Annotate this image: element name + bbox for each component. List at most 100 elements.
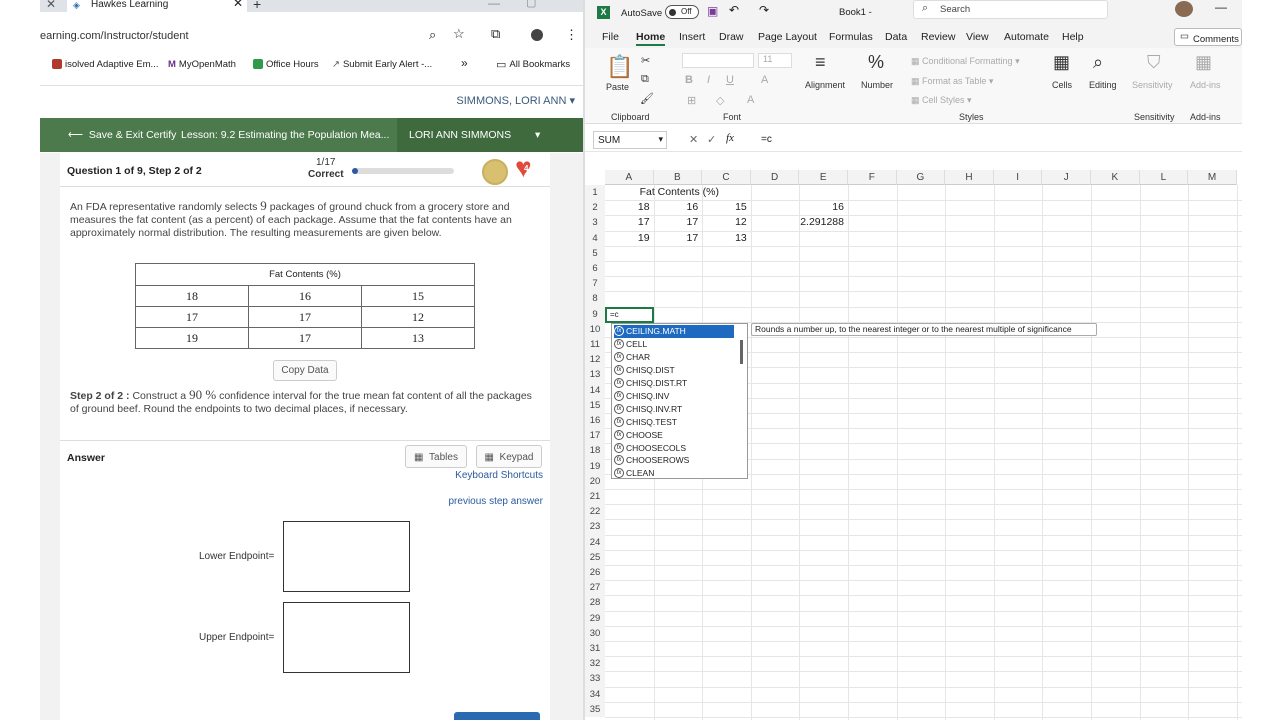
font-name-select[interactable] <box>682 53 754 68</box>
autocomplete-item[interactable]: fx CHISQ.DIST.RT <box>614 377 734 390</box>
cells-icon[interactable]: ▦ <box>1053 52 1070 73</box>
row-header[interactable]: 26 <box>585 565 605 581</box>
save-icon[interactable]: ▣ <box>707 4 718 18</box>
autocomplete-item[interactable]: fx CHISQ.INV <box>614 390 734 403</box>
enter-icon[interactable]: ✓ <box>707 133 716 146</box>
cell-styles-button[interactable]: ▦ Cell Styles ▾ <box>911 95 972 106</box>
redo-icon[interactable]: ↷ <box>759 3 769 17</box>
undo-icon[interactable]: ↶ <box>729 3 739 17</box>
row-header[interactable]: 23 <box>585 519 605 535</box>
row-header[interactable]: 33 <box>585 671 605 687</box>
tab-data[interactable]: Data <box>885 31 907 43</box>
sensitivity-icon[interactable]: ⛉ <box>1147 52 1161 73</box>
autocomplete-item[interactable]: fx CHISQ.TEST <box>614 415 734 428</box>
upper-endpoint-input[interactable] <box>283 602 410 673</box>
keypad-button[interactable]: ▦ Keypad <box>476 445 542 468</box>
previous-step-link[interactable]: previous step answer <box>449 496 544 507</box>
zoom-icon[interactable]: ⌕ <box>429 27 436 43</box>
row-header[interactable]: 21 <box>585 489 605 505</box>
row-header[interactable]: 11 <box>585 337 605 353</box>
cell[interactable]: 17 <box>605 215 650 230</box>
row-header[interactable]: 32 <box>585 656 605 672</box>
url-text[interactable]: earning.com/Instructor/student <box>40 30 189 42</box>
keyboard-shortcuts-link[interactable]: Keyboard Shortcuts <box>455 470 543 481</box>
bookmark-item[interactable]: ↗ Submit Early Alert -... <box>332 54 432 74</box>
more-bookmarks-icon[interactable]: » <box>461 56 468 70</box>
addins-icon[interactable]: ▦ <box>1195 52 1212 73</box>
column-header[interactable]: F <box>848 170 897 185</box>
row-header[interactable]: 25 <box>585 549 605 565</box>
font-grow-icon[interactable]: A <box>761 74 768 86</box>
alignment-label[interactable]: Alignment <box>805 80 845 90</box>
name-box[interactable]: SUM ▾ <box>593 131 667 149</box>
cell[interactable]: 18 <box>605 200 650 215</box>
row-header[interactable]: 29 <box>585 610 605 626</box>
minimize-icon[interactable]: — <box>1215 0 1227 14</box>
tab-view[interactable]: View <box>966 31 989 43</box>
autocomplete-item[interactable]: fx CHISQ.INV.RT <box>614 402 734 415</box>
formula-input[interactable]: =c <box>761 134 772 145</box>
row-header[interactable]: 8 <box>585 291 605 307</box>
row-header[interactable]: 28 <box>585 595 605 611</box>
cell[interactable]: Fat Contents (%) <box>637 185 787 200</box>
row-header[interactable]: 16 <box>585 413 605 429</box>
row-header[interactable]: 15 <box>585 397 605 413</box>
editing-icon[interactable]: ⌕ <box>1093 52 1103 73</box>
cell[interactable]: 12 <box>702 215 747 230</box>
column-header[interactable]: J <box>1042 170 1091 185</box>
font-color-icon[interactable]: A <box>747 94 754 106</box>
cell[interactable]: 17 <box>654 231 699 246</box>
autocomplete-item[interactable]: fx CLEAN <box>614 467 734 480</box>
function-autocomplete[interactable]: fx CEILING.MATH fx CELL fx CHAR fx CHISQ.DIST fx… <box>611 323 748 479</box>
cell[interactable]: 19 <box>605 231 650 246</box>
autocomplete-item[interactable]: fx CHAR <box>614 351 734 364</box>
tab-file[interactable]: File <box>602 31 619 43</box>
editing-label[interactable]: Editing <box>1089 80 1117 90</box>
paste-icon[interactable]: 📋 <box>606 54 633 80</box>
cell[interactable]: 16 <box>799 200 844 215</box>
tab-formulas[interactable]: Formulas <box>829 31 873 43</box>
autocomplete-item[interactable]: fx CHOOSE <box>614 428 734 441</box>
copy-icon[interactable]: ⧉ <box>641 73 649 86</box>
underline-icon[interactable]: U <box>726 74 734 86</box>
bold-icon[interactable]: B <box>685 74 693 86</box>
borders-icon[interactable]: ⊞ <box>687 94 696 107</box>
close-icon[interactable]: ✕ <box>46 0 56 11</box>
row-header[interactable]: 27 <box>585 580 605 596</box>
italic-icon[interactable]: I <box>707 74 710 86</box>
autocomplete-item[interactable]: fx CHOOSECOLS <box>614 441 734 454</box>
column-header[interactable]: D <box>750 170 800 185</box>
tab-review[interactable]: Review <box>921 31 955 43</box>
cell[interactable]: 13 <box>702 231 747 246</box>
user-menu[interactable]: SIMMONS, LORI ANN ▾ <box>456 94 575 107</box>
tab-close-icon[interactable]: ✕ <box>233 0 243 9</box>
format-as-table-button[interactable]: ▦ Format as Table ▾ <box>911 76 993 87</box>
row-header[interactable]: 12 <box>585 352 605 368</box>
address-bar[interactable]: earning.com/Instructor/student ⌕ ☆ ⧉ ⋮ <box>40 24 583 48</box>
new-tab-icon[interactable]: + <box>253 0 261 12</box>
row-header[interactable]: 31 <box>585 641 605 657</box>
tab-insert[interactable]: Insert <box>679 31 705 43</box>
scrollbar-thumb[interactable] <box>740 340 743 364</box>
active-cell[interactable]: =c <box>605 306 654 323</box>
row-header[interactable]: 2 <box>585 200 605 216</box>
autocomplete-item[interactable]: fx CHOOSEROWS <box>614 454 734 467</box>
tab-draw[interactable]: Draw <box>719 31 744 43</box>
row-header[interactable]: 30 <box>585 625 605 641</box>
autocomplete-item[interactable]: fx CHISQ.DIST <box>614 364 734 377</box>
column-header[interactable]: G <box>896 170 946 185</box>
cell[interactable]: 2.291288 <box>799 215 844 230</box>
autosave-toggle[interactable]: Off <box>665 5 699 19</box>
row-header[interactable]: 13 <box>585 367 605 383</box>
tab-help[interactable]: Help <box>1062 31 1084 43</box>
autocomplete-item[interactable]: fx CELL <box>614 338 734 351</box>
maximize-icon[interactable]: ▢ <box>526 0 536 9</box>
browser-menu-icon[interactable]: ⋮ <box>565 27 578 43</box>
bookmark-star-icon[interactable]: ☆ <box>453 26 465 42</box>
cut-icon[interactable]: ✂ <box>641 54 650 67</box>
column-header[interactable]: I <box>993 170 1043 185</box>
bookmark-item[interactable]: M MyOpenMath <box>168 54 236 74</box>
font-size-select[interactable]: 11 <box>758 53 792 68</box>
profile-avatar[interactable] <box>531 29 543 41</box>
tab-home[interactable]: Home <box>636 31 666 46</box>
